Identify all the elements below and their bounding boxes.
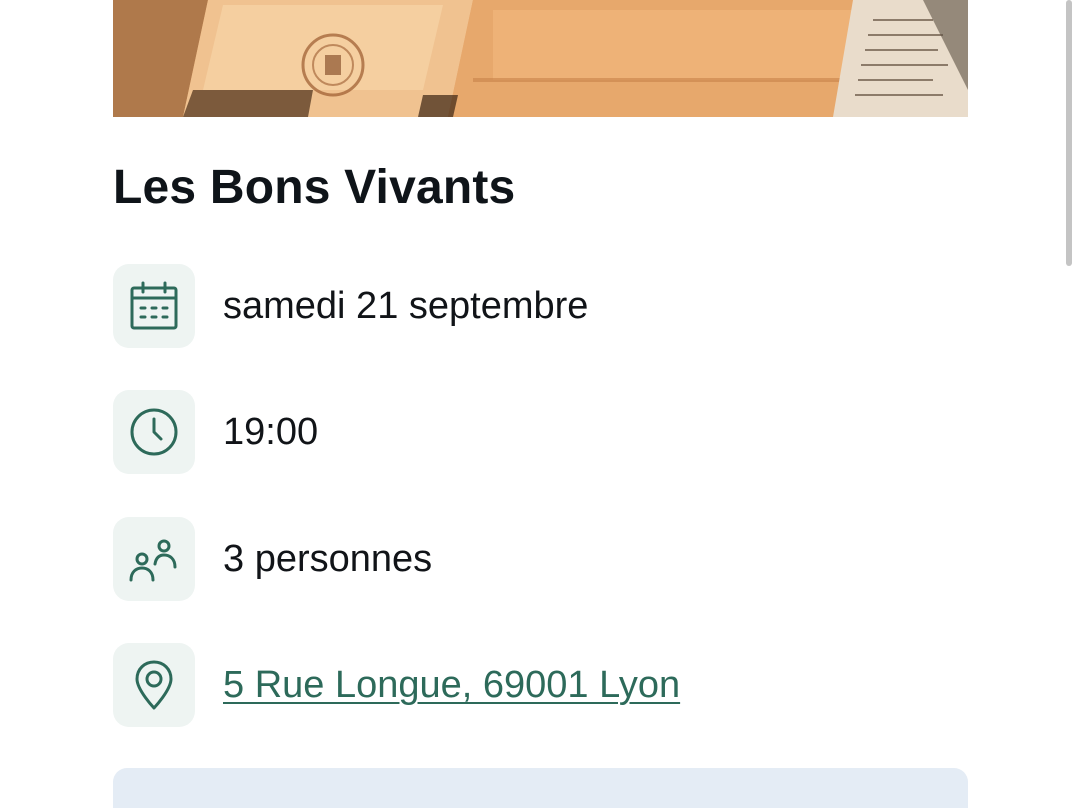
- reservation-date: samedi 21 septembre: [223, 284, 589, 327]
- calendar-icon: [113, 264, 195, 348]
- people-icon: [113, 517, 195, 601]
- reservation-time: 19:00: [223, 410, 319, 453]
- clock-icon: [113, 390, 195, 474]
- guest-count: 3 personnes: [223, 537, 433, 580]
- action-button[interactable]: [113, 768, 968, 808]
- guests-row: 3 personnes: [113, 517, 432, 601]
- venue-photo: [113, 0, 968, 117]
- address-link[interactable]: 5 Rue Longue, 69001 Lyon: [223, 664, 680, 707]
- venue-name: Les Bons Vivants: [113, 161, 516, 214]
- reservation-details-page: Les Bons Vivants samedi 21 septembre 19:…: [0, 0, 1080, 808]
- scrollbar[interactable]: [1066, 0, 1072, 266]
- time-row: 19:00: [113, 390, 318, 474]
- location-pin-icon: [113, 643, 195, 727]
- date-row: samedi 21 septembre: [113, 264, 588, 348]
- address-row: 5 Rue Longue, 69001 Lyon: [113, 643, 680, 727]
